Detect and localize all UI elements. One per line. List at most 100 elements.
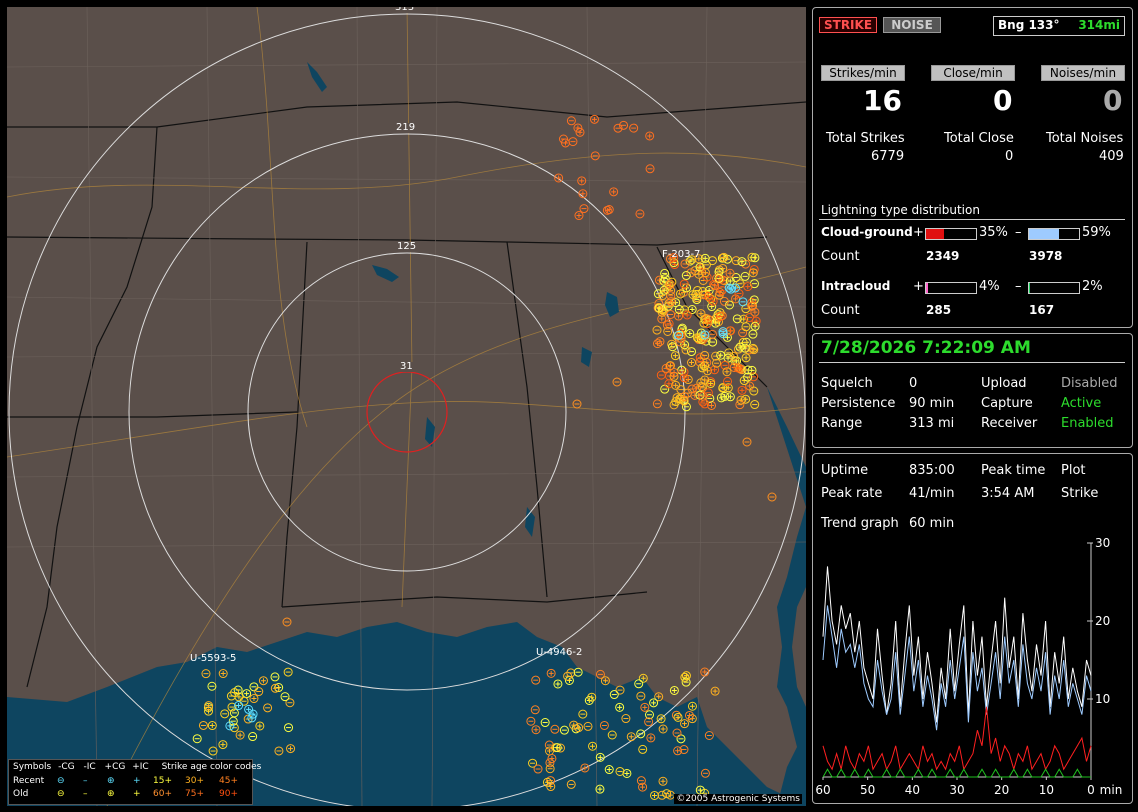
bearing-readout: Bng 133° 314mi — [993, 16, 1125, 36]
map-legend: Symbols -CG -IC +CG +IC Strike age color… — [8, 759, 261, 805]
total-strikes-label: Total Strikes — [826, 131, 905, 146]
noises-per-min-label[interactable]: Noises/min — [1041, 65, 1125, 81]
upload-label: Upload — [981, 376, 1027, 391]
cloud-ground-label: Cloud-ground — [821, 225, 913, 239]
minus-sign: – — [1015, 279, 1022, 294]
storm-label[interactable]: F-203-7 — [662, 249, 700, 260]
persistence-value: 90 min — [909, 396, 955, 411]
x-tick-label: 0 — [1087, 783, 1095, 797]
pos-cg-icon: ⊕ — [107, 776, 115, 786]
persistence-label: Persistence — [821, 396, 896, 411]
cg-positive-count: 2349 — [926, 249, 960, 263]
peak-time-label: Peak time — [981, 463, 1046, 478]
divider — [819, 362, 1125, 363]
legend-header: Symbols -CG -IC +CG +IC Strike age color… — [13, 762, 262, 772]
pos-cg-old-icon: ⊕ — [107, 789, 115, 799]
receiver-label: Receiver — [981, 416, 1038, 431]
plus-sign: + — [913, 279, 924, 294]
storm-label[interactable]: U-5593-5 — [190, 653, 236, 664]
capture-value: Active — [1061, 396, 1102, 411]
cg-positive-pct: 35% — [979, 225, 1008, 240]
lightning-map[interactable]: 313 219 125 31 F-203-7 U-5593-5 U-4946-2… — [7, 7, 806, 806]
stats-panel: Uptime 835:00 Peak time Plot Peak rate 4… — [812, 453, 1133, 804]
range-value: 313 mi — [909, 416, 955, 431]
divider — [819, 219, 1125, 220]
receiver-value: Enabled — [1061, 416, 1114, 431]
total-noises-value: 409 — [1099, 149, 1124, 164]
range-label: Range — [821, 416, 863, 431]
neg-cg-old-icon: ⊖ — [57, 789, 65, 799]
cg-positive-bar — [925, 228, 977, 240]
noises-per-min-value: 0 — [1103, 84, 1123, 117]
status-panel: 7/28/2026 7:22:09 AM Squelch 0 Upload Di… — [812, 333, 1133, 448]
trend-value: 60 min — [909, 516, 955, 531]
total-strikes-value: 6779 — [871, 149, 905, 164]
neg-cg-icon: ⊖ — [57, 776, 65, 786]
datetime: 7/28/2026 7:22:09 AM — [821, 338, 1031, 358]
ic-negative-bar — [1028, 282, 1080, 294]
plus-sign: + — [913, 225, 924, 240]
distribution-title: Lightning type distribution — [821, 203, 980, 217]
ic-positive-bar — [925, 282, 977, 294]
trend-label: Trend graph — [821, 516, 899, 531]
total-noises-label: Total Noises — [1046, 131, 1124, 146]
upload-value: Disabled — [1061, 376, 1118, 391]
strike-button[interactable]: STRIKE — [819, 17, 877, 33]
squelch-label: Squelch — [821, 376, 873, 391]
strikes-per-min-value: 16 — [863, 84, 902, 117]
rates-panel: STRIKE NOISE Bng 133° 314mi Strikes/min … — [812, 7, 1133, 328]
strikes-per-min-label[interactable]: Strikes/min — [821, 65, 905, 81]
x-tick-label: 10 — [1039, 783, 1054, 797]
legend-old-row: Old ⊖ – ⊕ + 60+ 75+ 90+ — [13, 789, 238, 799]
ic-negative-count: 167 — [1029, 303, 1055, 317]
ic-positive-count: 285 — [926, 303, 952, 317]
cg-count-label: Count — [821, 249, 860, 264]
trend-series-3 — [822, 768, 1091, 778]
ic-positive-pct: 4% — [979, 279, 1000, 294]
peak-time-value: 3:54 AM — [981, 486, 1035, 501]
squelch-value: 0 — [909, 376, 918, 391]
cg-negative-count: 3978 — [1029, 249, 1063, 263]
x-tick-label: 50 — [860, 783, 875, 797]
ring-label-219: 219 — [395, 122, 417, 133]
cg-negative-bar — [1028, 228, 1080, 240]
y-tick-label: 10 — [1095, 692, 1110, 706]
plot-value: Strike — [1061, 486, 1099, 501]
y-tick-label: 30 — [1095, 537, 1110, 550]
pos-ic-old-icon: + — [133, 789, 141, 799]
x-tick-label: 30 — [949, 783, 964, 797]
neg-ic-old-icon: – — [83, 789, 88, 799]
noise-button[interactable]: NOISE — [883, 17, 941, 33]
trend-series-2 — [822, 706, 1092, 771]
uptime-label: Uptime — [821, 463, 869, 478]
trend-series-0 — [822, 566, 1092, 723]
pos-ic-icon: + — [133, 776, 141, 786]
x-tick-label: 40 — [905, 783, 920, 797]
neg-ic-icon: – — [83, 776, 88, 786]
peak-rate-label: Peak rate — [821, 486, 883, 501]
plot-label: Plot — [1061, 463, 1086, 478]
capture-label: Capture — [981, 396, 1033, 411]
close-per-min-value: 0 — [993, 84, 1013, 117]
total-close-label: Total Close — [944, 131, 1014, 146]
legend-recent-row: Recent ⊖ – ⊕ + 15+ 30+ 45+ — [13, 776, 238, 786]
intracloud-label: Intracloud — [821, 279, 891, 293]
ring-label-313: 313 — [394, 7, 416, 13]
x-tick-label: 60 — [815, 783, 830, 797]
peak-rate-value: 41/min — [909, 486, 955, 501]
close-per-min-label[interactable]: Close/min — [931, 65, 1015, 81]
x-axis-label: min — [1100, 783, 1123, 797]
storm-label[interactable]: U-4946-2 — [536, 647, 582, 658]
x-tick-label: 20 — [994, 783, 1009, 797]
trend-graph: 30 20 10 60 50 40 30 20 10 0 min — [815, 537, 1123, 797]
ic-negative-pct: 2% — [1082, 279, 1103, 294]
copyright: ©2005 Astrogenic Systems — [674, 794, 802, 804]
total-close-value: 0 — [1005, 149, 1014, 164]
cg-negative-pct: 59% — [1082, 225, 1111, 240]
y-tick-label: 20 — [1095, 614, 1110, 628]
ring-label-31: 31 — [399, 361, 414, 372]
ic-count-label: Count — [821, 303, 860, 318]
minus-sign: – — [1015, 225, 1022, 240]
ring-label-125: 125 — [396, 241, 418, 252]
uptime-value: 835:00 — [909, 463, 955, 478]
